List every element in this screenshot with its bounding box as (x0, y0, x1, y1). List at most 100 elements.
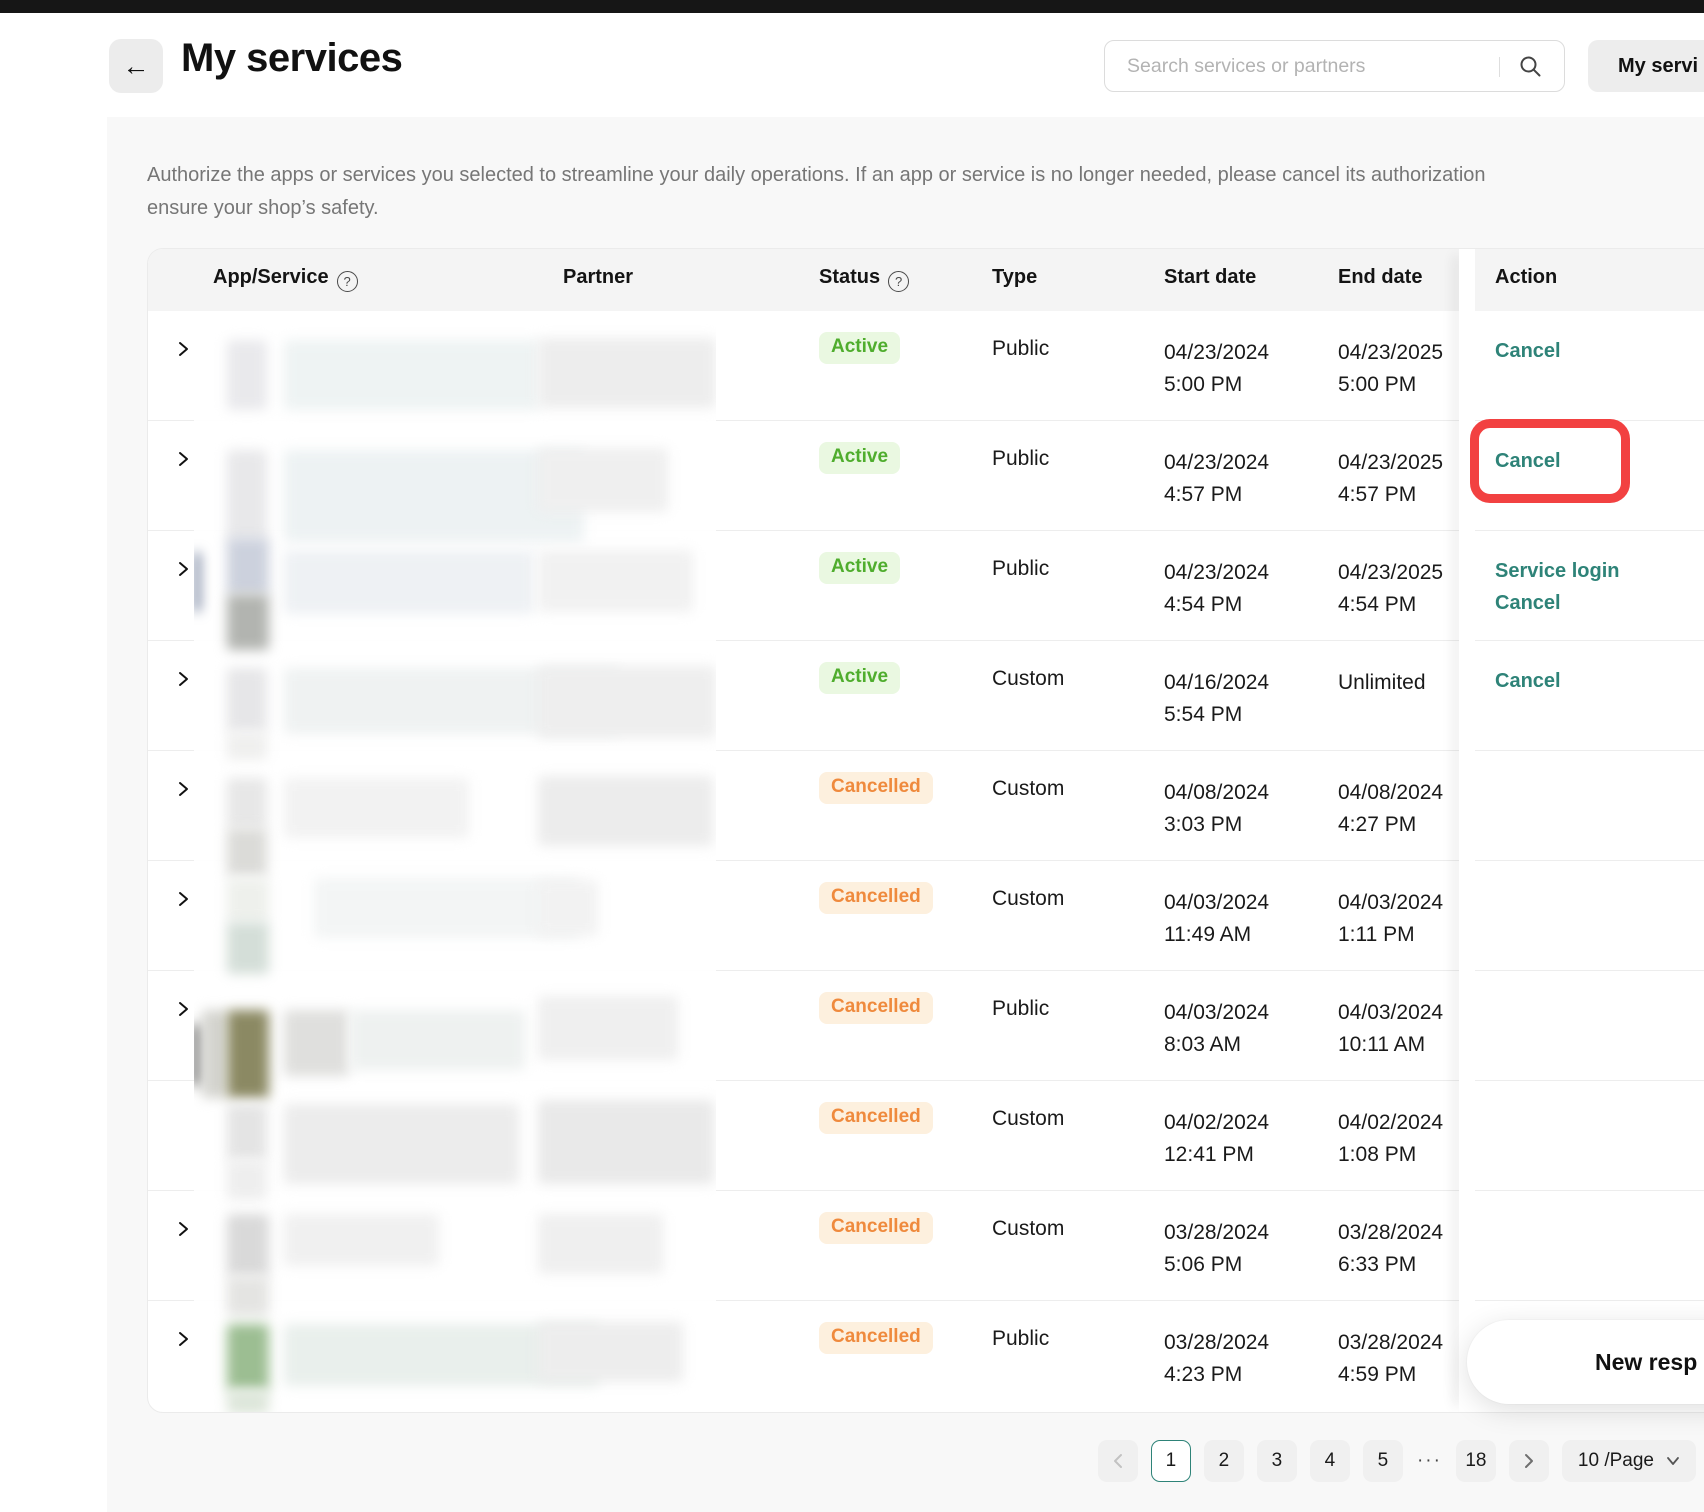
blurred-blob (227, 1010, 269, 1098)
type-cell: Public (992, 337, 1049, 361)
end-date: 04/23/2025 (1338, 337, 1443, 369)
blurred-blob (538, 880, 598, 936)
blurred-blob (284, 340, 539, 410)
my-service-requests-button[interactable]: My servi (1588, 40, 1704, 92)
type-cell: Public (992, 1327, 1049, 1351)
start-date-cell: 04/16/2024 5:54 PM (1164, 667, 1269, 731)
expand-chevron-icon[interactable] (175, 450, 191, 468)
end-date-cell: 03/28/2024 4:59 PM (1338, 1327, 1443, 1391)
expand-chevron-icon[interactable] (175, 1330, 191, 1348)
chevron-left-icon (1111, 1452, 1125, 1470)
next-page-button[interactable] (1509, 1440, 1549, 1482)
blurred-blob (227, 1160, 267, 1200)
start-date-cell: 04/23/2024 4:57 PM (1164, 447, 1269, 511)
search-icon[interactable] (1518, 54, 1542, 78)
blurred-blob (227, 1214, 269, 1276)
action-link-cancel[interactable]: Cancel (1495, 665, 1561, 697)
blurred-blob (538, 666, 716, 738)
blurred-blob (350, 1010, 525, 1070)
my-service-requests-label: My servi (1618, 55, 1698, 78)
column-header-app-service: App/Service? (213, 266, 358, 292)
end-date: Unlimited (1338, 667, 1426, 699)
column-header-end-date: End date (1338, 266, 1422, 289)
page-header: ← My services My servi (0, 13, 1704, 117)
blurred-blob (538, 776, 713, 846)
blurred-blob (538, 1100, 714, 1184)
blurred-blob (194, 552, 200, 612)
action-link-cancel[interactable]: Cancel (1495, 445, 1561, 477)
start-date: 04/02/2024 (1164, 1107, 1269, 1139)
end-date-cell: 04/03/2024 10:11 AM (1338, 997, 1443, 1061)
start-date: 04/03/2024 (1164, 997, 1269, 1029)
expand-chevron-icon[interactable] (175, 1220, 191, 1238)
page-button-3[interactable]: 3 (1257, 1440, 1297, 1482)
blurred-blob (284, 778, 469, 838)
blurred-blob (227, 668, 267, 732)
end-date: 03/28/2024 (1338, 1217, 1443, 1249)
action-link-cancel[interactable]: Cancel (1495, 335, 1561, 367)
start-date: 04/23/2024 (1164, 447, 1269, 479)
blurred-blob (538, 448, 668, 512)
status-badge: Cancelled (819, 992, 933, 1024)
new-response-floating-button[interactable]: New resp (1467, 1320, 1704, 1404)
page-button-2[interactable]: 2 (1204, 1440, 1244, 1482)
page-title: My services (181, 36, 402, 81)
end-date-cell: 04/23/2025 4:57 PM (1338, 447, 1443, 511)
start-time: 4:57 PM (1164, 479, 1269, 511)
help-icon[interactable]: ? (888, 271, 909, 292)
type-cell: Public (992, 557, 1049, 581)
start-time: 5:00 PM (1164, 369, 1269, 401)
back-button[interactable]: ← (109, 39, 163, 93)
expand-chevron-icon[interactable] (175, 1000, 191, 1018)
start-time: 8:03 AM (1164, 1029, 1269, 1061)
end-time: 5:00 PM (1338, 369, 1443, 401)
previous-page-button[interactable] (1098, 1440, 1138, 1482)
expand-chevron-icon[interactable] (175, 670, 191, 688)
blurred-blob (227, 538, 269, 594)
help-icon[interactable]: ? (337, 271, 358, 292)
blurred-blob (538, 550, 693, 612)
search-input[interactable] (1105, 41, 1497, 91)
type-cell: Public (992, 447, 1049, 471)
page-button-4[interactable]: 4 (1310, 1440, 1350, 1482)
browser-top-bar (0, 0, 1704, 13)
action-cell: Cancel (1495, 445, 1561, 477)
end-time: 1:11 PM (1338, 919, 1443, 951)
start-date-cell: 04/08/2024 3:03 PM (1164, 777, 1269, 841)
page-buttons: 12345 (1151, 1440, 1403, 1482)
page-button-18[interactable]: 18 (1456, 1440, 1496, 1482)
column-header-start-date: Start date (1164, 266, 1256, 289)
page-button-1[interactable]: 1 (1151, 1440, 1191, 1482)
page-size-select[interactable]: 10 /Page (1562, 1440, 1696, 1482)
end-date-cell: 03/28/2024 6:33 PM (1338, 1217, 1443, 1281)
blurred-blob (227, 340, 267, 410)
new-response-label: New resp (1595, 1349, 1697, 1376)
end-date-cell: Unlimited (1338, 667, 1426, 699)
action-link-service-login[interactable]: Service login (1495, 555, 1620, 587)
pagination: 12345 ··· 18 10 /Page (1098, 1440, 1696, 1482)
blurred-blob (194, 1024, 200, 1086)
end-time: 4:59 PM (1338, 1359, 1443, 1391)
pagination-ellipsis: ··· (1417, 1450, 1442, 1472)
expand-chevron-icon[interactable] (175, 890, 191, 908)
expand-chevron-icon[interactable] (175, 780, 191, 798)
end-date-cell: 04/08/2024 4:27 PM (1338, 777, 1443, 841)
start-date: 04/23/2024 (1164, 557, 1269, 589)
expand-chevron-icon[interactable] (175, 340, 191, 358)
expand-chevron-icon[interactable] (175, 560, 191, 578)
start-date: 03/28/2024 (1164, 1327, 1269, 1359)
end-date-cell: 04/02/2024 1:08 PM (1338, 1107, 1443, 1171)
blurred-blob (227, 922, 269, 974)
search-box (1104, 40, 1565, 92)
end-date: 04/23/2025 (1338, 447, 1443, 479)
start-date-cell: 04/03/2024 8:03 AM (1164, 997, 1269, 1061)
blurred-blob (227, 1104, 267, 1160)
start-date-cell: 04/23/2024 5:00 PM (1164, 337, 1269, 401)
page-button-5[interactable]: 5 (1363, 1440, 1403, 1482)
chevron-down-icon (1666, 1456, 1680, 1466)
action-link-cancel[interactable]: Cancel (1495, 587, 1620, 619)
blurred-blob (227, 1276, 269, 1316)
page-description: Authorize the apps or services you selec… (147, 159, 1704, 227)
type-cell: Custom (992, 1107, 1064, 1131)
start-time: 5:06 PM (1164, 1249, 1269, 1281)
